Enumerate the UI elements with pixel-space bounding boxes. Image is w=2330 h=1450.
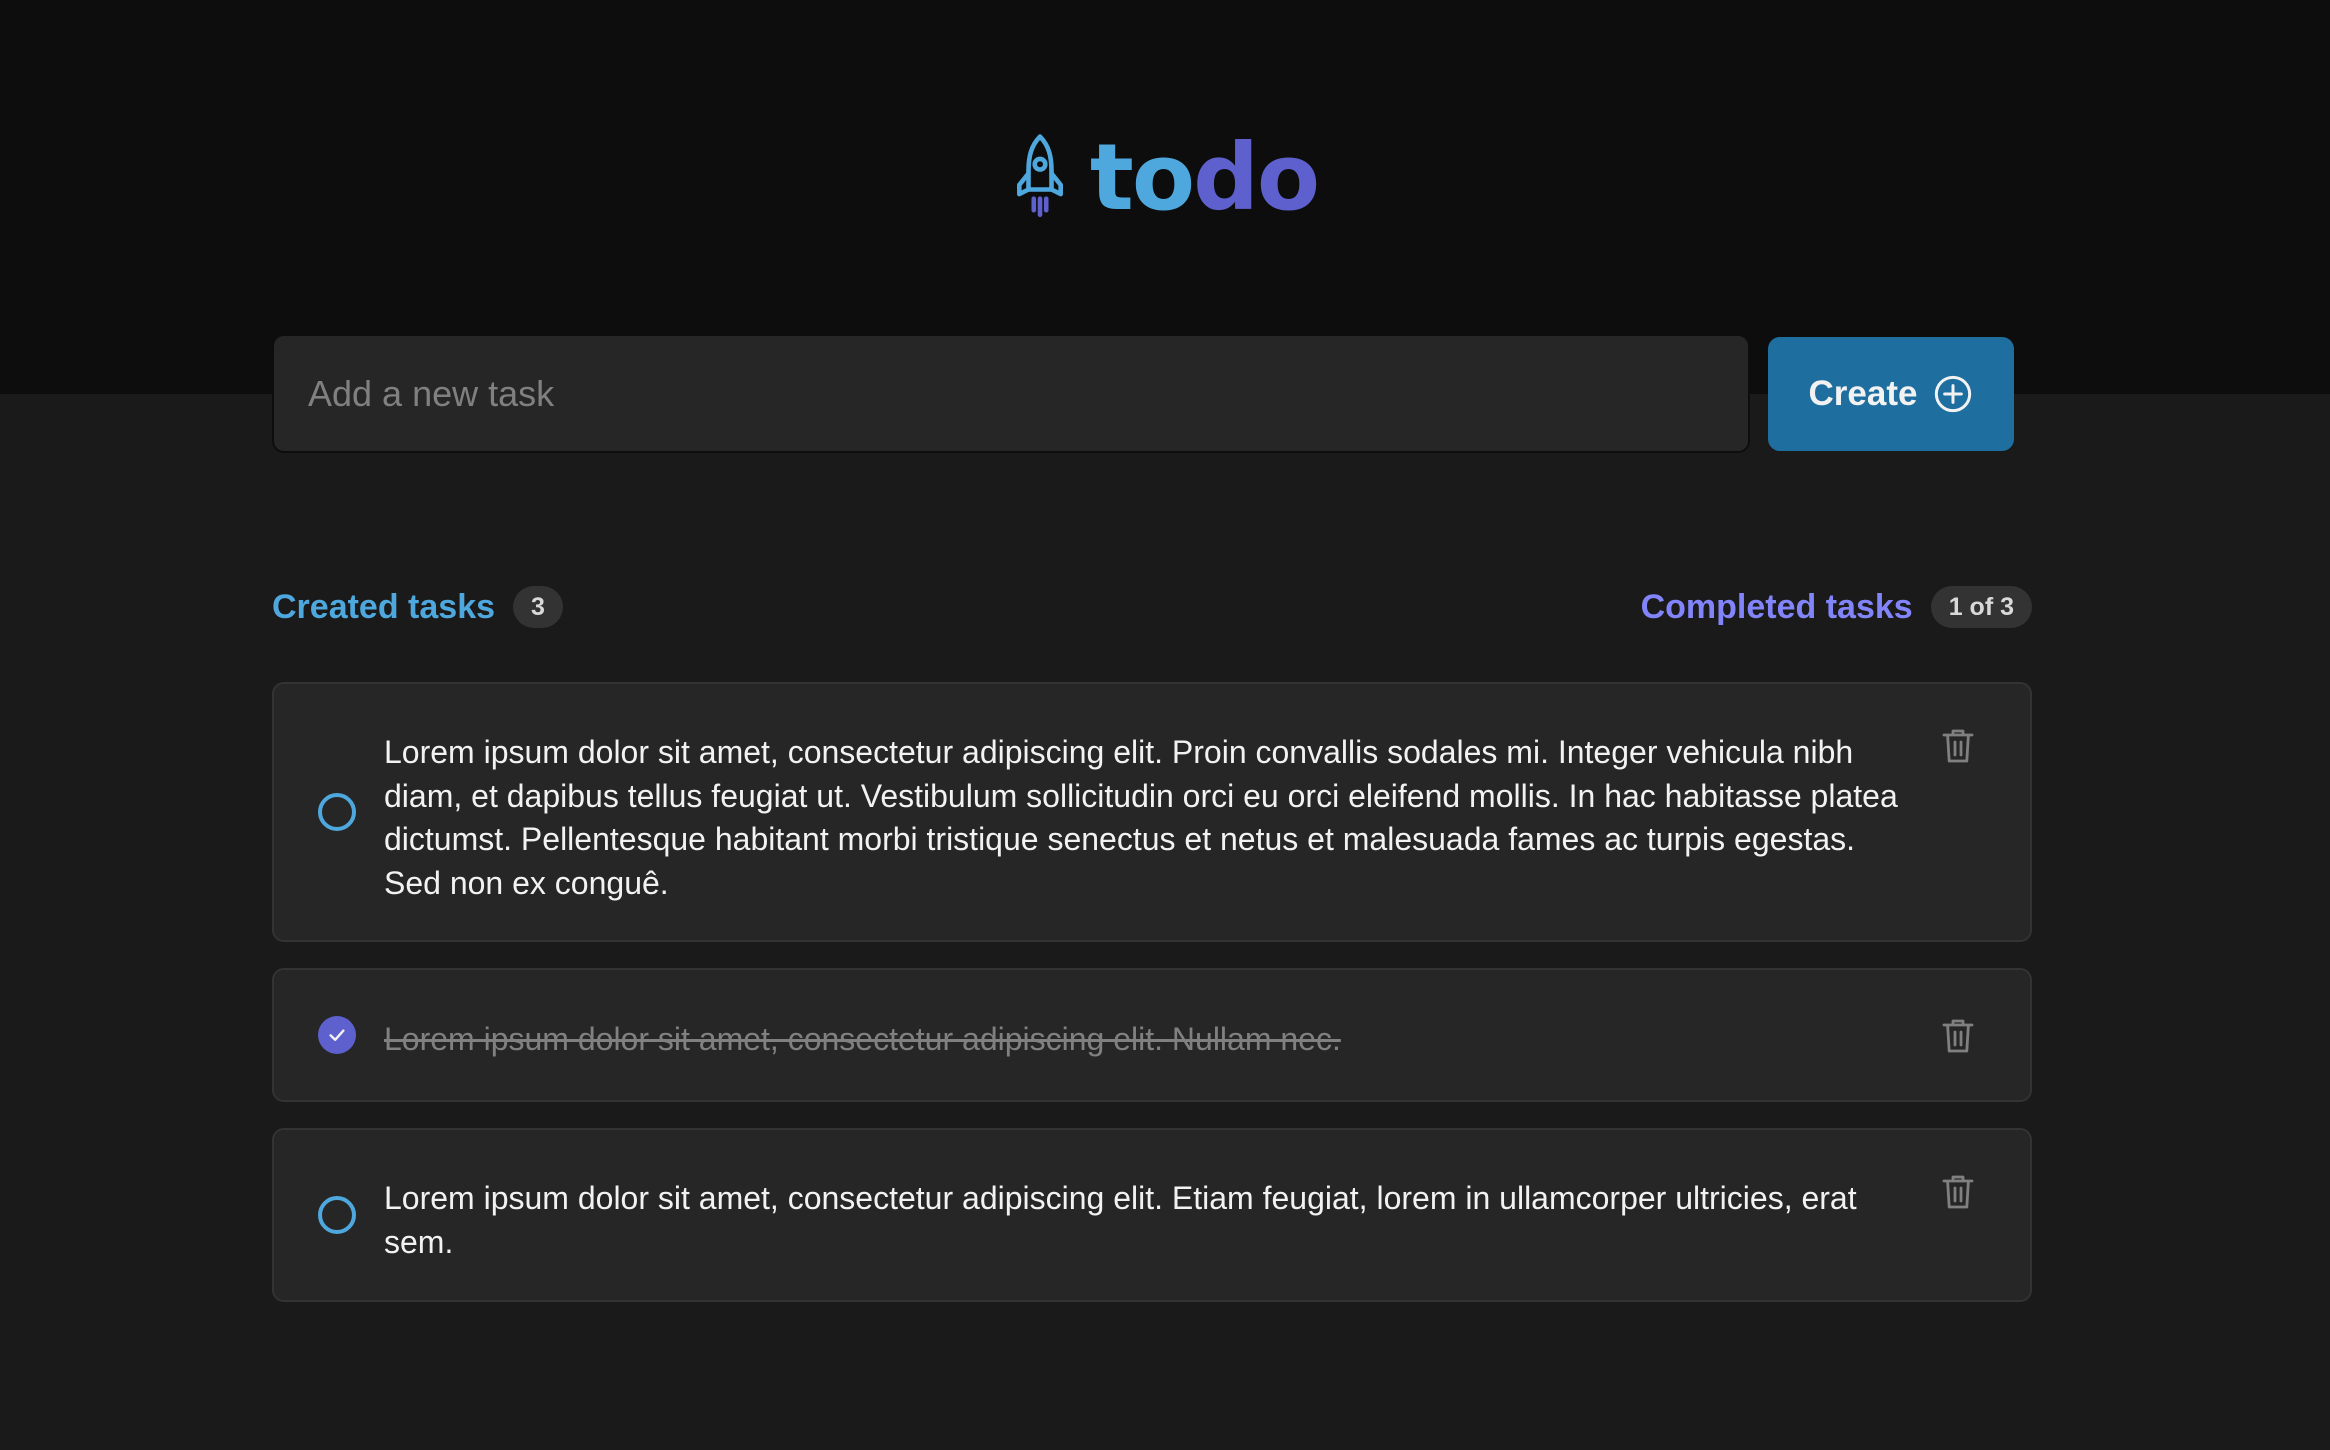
task-text: Lorem ipsum dolor sit amet, consectetur … [384,1180,1857,1260]
created-tasks-count: 3 [513,586,563,628]
rocket-icon [1016,134,1063,218]
trash-icon [1942,1175,1974,1209]
delete-task-button[interactable] [1942,1018,1974,1054]
completed-tasks-count: 1 of 3 [1930,586,2032,628]
delete-task-button[interactable] [1942,728,1974,764]
delete-task-button[interactable] [1942,1174,1974,1210]
app-title: todo [1090,132,1320,224]
task-checkbox[interactable] [318,793,356,831]
created-tasks-label: Created tasks [272,587,496,626]
task-item: Lorem ipsum dolor sit amet, consectetur … [272,1128,2032,1302]
new-task-input[interactable] [272,334,1750,453]
task-item: Lorem ipsum dolor sit amet, consectetur … [272,682,2032,942]
new-task-form: Create [272,334,2014,453]
checkmark-icon [329,1029,345,1041]
task-text: Lorem ipsum dolor sit amet, consectetur … [384,1021,1341,1057]
trash-icon [1942,729,1974,763]
app-title-do: do [1193,124,1320,231]
task-summary: Created tasks 3 Completed tasks 1 of 3 [272,586,2032,628]
created-tasks-summary: Created tasks 3 [272,586,563,628]
task-text: Lorem ipsum dolor sit amet, consectetur … [384,734,1898,901]
task-checkbox[interactable] [318,1196,356,1234]
plus-circle-icon [1935,375,1972,412]
task-checkbox[interactable] [318,1016,356,1054]
create-button[interactable]: Create [1768,336,2014,451]
create-button-label: Create [1808,373,1918,413]
app-title-to: to [1089,124,1195,231]
trash-icon [1942,1019,1974,1053]
completed-tasks-summary: Completed tasks 1 of 3 [1641,586,2032,628]
task-item: Lorem ipsum dolor sit amet, consectetur … [272,968,2032,1102]
logo: todo [0,132,2330,224]
task-list: Lorem ipsum dolor sit amet, consectetur … [272,682,2032,1328]
completed-tasks-label: Completed tasks [1640,587,1913,626]
